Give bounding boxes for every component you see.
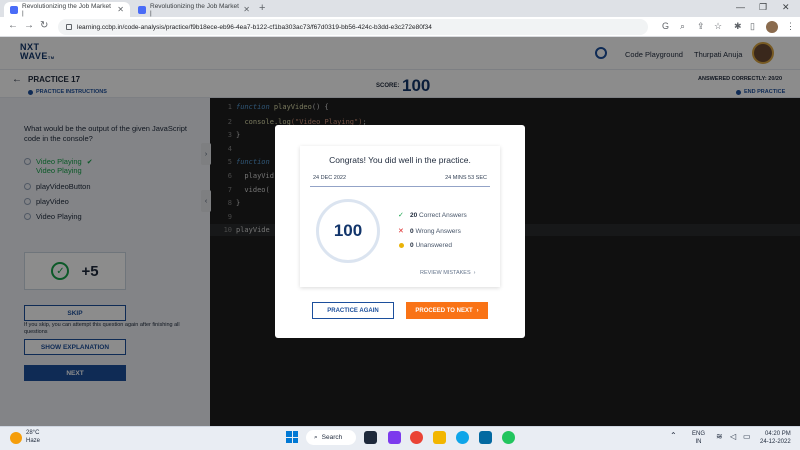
- favicon-icon: [138, 5, 146, 14]
- wifi-icon[interactable]: ≋: [716, 433, 723, 441]
- score-circle: 100: [316, 199, 380, 263]
- reload-icon[interactable]: ↻: [40, 20, 48, 31]
- browser-tab[interactable]: Revolutionizing the Job Market | ✕: [132, 2, 256, 17]
- app-icon[interactable]: [502, 431, 515, 444]
- clock-date: 24-12-2022: [760, 439, 791, 445]
- url-input[interactable]: learning.ccbp.in/code-analysis/practice/…: [58, 19, 648, 35]
- zoom-icon[interactable]: ⌕: [680, 21, 685, 32]
- restore-icon[interactable]: ❐: [759, 2, 767, 13]
- share-icon[interactable]: ⇪: [697, 21, 705, 32]
- chevron-right-icon: ›: [476, 307, 479, 314]
- check-icon: ✓: [398, 212, 404, 219]
- cross-icon: ✕: [398, 228, 404, 235]
- chevron-right-icon: ›: [473, 270, 476, 276]
- close-icon[interactable]: ✕: [243, 5, 250, 14]
- unanswered-count: 0: [410, 242, 414, 249]
- widgets-icon[interactable]: [388, 431, 401, 444]
- volume-icon[interactable]: ◁: [730, 433, 736, 441]
- wrong-count: 0: [410, 227, 414, 235]
- correct-stat: ✓ 20 Correct Answers: [398, 211, 467, 220]
- profile-avatar[interactable]: [766, 21, 778, 33]
- search-label: Search: [321, 434, 343, 441]
- proceed-to-next-button[interactable]: PROCEED TO NEXT ›: [406, 302, 488, 319]
- weather-temp: 28°C: [26, 430, 40, 436]
- correct-label: Correct Answers: [419, 211, 467, 219]
- practice-date: 24 DEC 2022: [313, 175, 347, 181]
- review-label: REVIEW MISTAKES: [420, 270, 471, 276]
- tab-title: Revolutionizing the Job Market |: [150, 2, 239, 17]
- correct-count: 20: [410, 211, 418, 219]
- google-icon[interactable]: G: [662, 21, 669, 31]
- wrong-stat: ✕ 0 Wrong Answers: [398, 227, 461, 236]
- favicon-icon: [10, 5, 18, 14]
- dot-icon: [399, 243, 404, 248]
- back-icon[interactable]: ←: [8, 20, 18, 31]
- minimize-icon[interactable]: —: [736, 2, 745, 12]
- new-tab-icon[interactable]: +: [259, 2, 265, 14]
- search-icon: ⌕: [314, 433, 318, 441]
- weather-icon[interactable]: [10, 432, 22, 444]
- sidepanel-icon[interactable]: ▯: [750, 21, 755, 32]
- file-explorer-icon[interactable]: [433, 431, 446, 444]
- clock[interactable]: 04:20 PM 24-12-2022: [760, 430, 791, 446]
- practice-duration: 24 MINS 53 SEC: [445, 175, 487, 181]
- lang-line1: ENG: [692, 431, 706, 437]
- weather-desc: Haze: [26, 438, 41, 444]
- task-view-icon[interactable]: [364, 431, 377, 444]
- proceed-label: PROCEED TO NEXT: [415, 307, 473, 314]
- tab-title: Revolutionizing the Job Market |: [22, 2, 111, 17]
- practice-again-button[interactable]: PRACTICE AGAIN: [312, 302, 394, 319]
- chevron-up-icon[interactable]: ⌃: [670, 432, 677, 440]
- date-row: 24 DEC 2022 24 MINS 53 SEC: [310, 175, 490, 187]
- clock-time: 04:20 PM: [765, 431, 791, 437]
- extensions-icon[interactable]: ✱: [734, 21, 742, 32]
- battery-icon[interactable]: ▭: [743, 433, 751, 441]
- forward-icon[interactable]: →: [24, 20, 34, 31]
- taskbar-search[interactable]: ⌕ Search: [306, 430, 356, 445]
- lock-icon: [66, 24, 72, 30]
- bookmark-star-icon[interactable]: ☆: [714, 21, 722, 32]
- chrome-icon[interactable]: [410, 431, 423, 444]
- menu-icon[interactable]: ⋮: [786, 21, 795, 32]
- wrong-label: Wrong Answers: [415, 227, 461, 235]
- review-mistakes-link[interactable]: REVIEW MISTAKES ›: [420, 270, 475, 276]
- windows-start-icon[interactable]: [286, 431, 298, 443]
- edge-icon[interactable]: [456, 431, 469, 444]
- unanswered-label: Unanswered: [415, 242, 452, 249]
- unanswered-stat: 0 Unanswered: [398, 242, 452, 249]
- browser-tab-active[interactable]: Revolutionizing the Job Market | ✕: [4, 2, 130, 17]
- lang-line2: IN: [695, 439, 702, 445]
- store-icon[interactable]: [479, 431, 492, 444]
- close-icon[interactable]: ✕: [117, 5, 124, 14]
- url-text: learning.ccbp.in/code-analysis/practice/…: [77, 23, 432, 31]
- congrats-text: Congrats! You did well in the practice.: [329, 155, 471, 165]
- language-indicator[interactable]: ENG IN: [692, 430, 705, 446]
- window-close-icon[interactable]: ✕: [782, 2, 790, 13]
